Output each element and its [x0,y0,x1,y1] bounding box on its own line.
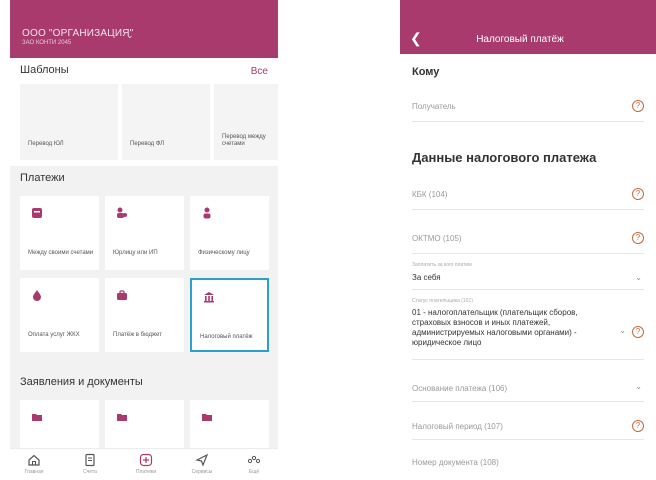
templates-all-link[interactable]: Все [251,66,268,77]
org-subtitle: ЗАО КОНТИ 2045 [22,40,72,46]
bank-icon [204,292,214,303]
chevron-down-icon[interactable]: ⌄ [126,30,134,41]
nav-payments[interactable]: Платежи [126,453,166,475]
drop-icon [33,290,41,301]
document-number-placeholder: Номер документа (108) [412,458,499,467]
help-icon[interactable]: ? [632,326,644,338]
template-label: Перевод ЮЛ [28,141,64,147]
chevron-down-icon: ⌄ [619,326,626,335]
tile-label: Юрлицу или ИП [113,250,158,256]
help-icon[interactable]: ? [632,420,644,432]
nav-label: Сервисы [191,469,213,475]
to-heading: Кому [412,66,440,78]
tax-data-heading: Данные налогового платежа [412,150,597,165]
form-header: ❮ Налоговый платёж [400,0,656,54]
payer-status-value: 01 - налогоплательщик (плательщик сборов… [412,308,578,347]
folder-icon [32,414,42,421]
tile-label: Физическому лицу [198,250,250,256]
document-tile[interactable] [105,400,184,448]
tile-label: Между своими счетами [28,250,94,256]
send-icon [195,453,209,467]
plus-icon [139,453,153,467]
nav-label: Счета [83,469,97,475]
document-tile[interactable] [20,400,99,448]
pay-for-label: Заплатить за кого платим [412,262,472,268]
tax-period-field[interactable]: Налоговый период (107) ? [412,410,644,440]
payment-tile-own-accounts[interactable]: Между своими счетами [20,196,99,270]
templates-title: Шаблоны [20,64,69,76]
nav-accounts[interactable]: Счета [70,453,110,475]
nav-more[interactable]: Ещё [234,453,274,475]
folder-icon [202,414,212,421]
tile-label: Налоговый платёж [200,334,253,340]
nav-home[interactable]: Главная [14,453,54,475]
nav-services[interactable]: Сервисы [182,453,222,475]
pay-for-select[interactable]: Заплатить за кого платим За себя ⌄ [412,260,644,290]
documents-title: Заявления и документы [20,376,143,388]
briefcase-icon [117,290,127,300]
payment-tile-budget[interactable]: Платёж в бюджет [105,278,184,352]
home-icon [28,454,40,466]
kbk-field[interactable]: КБК (104) ? [412,180,644,210]
document-icon [85,453,95,467]
more-icon [247,455,261,464]
basis-select[interactable]: Основание платежа (106) ⌄ [412,372,644,402]
payment-tile-legal-entity[interactable]: Юрлицу или ИП [105,196,184,270]
recipient-field[interactable]: Получатель ? [412,94,644,122]
help-icon[interactable]: ? [632,188,644,200]
card-icon [32,208,42,218]
chevron-down-icon: ⌄ [635,382,642,391]
document-number-field[interactable]: Номер документа (108) [412,448,644,478]
tax-period-placeholder: Налоговый период (107) [412,422,503,431]
nav-label: Ещё [248,469,260,475]
template-card[interactable]: Перевод между счетами [214,84,278,160]
payment-tile-tax[interactable]: Налоговый платёж [190,278,269,352]
template-card[interactable]: Перевод ЮЛ [20,84,118,160]
document-tile[interactable] [190,400,269,448]
org-header[interactable]: ООО "ОРГАНИЗАЦИЯ" ЗАО КОНТИ 2045 ⌄ [10,0,278,58]
tile-label: Платёж в бюджет [113,332,162,338]
chevron-down-icon: ⌄ [635,273,642,282]
basis-placeholder: Основание платежа (106) [412,384,508,393]
kbk-placeholder: КБК (104) [412,190,448,199]
nav-label: Платежи [135,469,157,475]
nav-label: Главная [24,469,44,475]
right-phone-screen: ❮ Налоговый платёж Кому Получатель ? Дан… [400,0,656,480]
oktmo-placeholder: ОКТМО (105) [412,234,462,243]
payments-title: Платежи [20,172,65,184]
payer-status-select[interactable]: Статус плательщика (101) 01 - налогоплат… [412,296,644,360]
people-icon [117,207,127,218]
org-name: ООО "ОРГАНИЗАЦИЯ" [22,28,134,39]
template-label: Перевод между счетами [222,134,266,147]
person-icon [203,207,211,219]
form-title: Налоговый платёж [476,34,564,45]
folder-icon [117,414,127,421]
payer-status-label: Статус плательщика (101) [412,298,473,304]
payment-tile-utilities[interactable]: Оплата услуг ЖКХ [20,278,99,352]
bottom-nav: Главная Счета Платежи Сервисы Ещё [10,448,278,480]
help-icon[interactable]: ? [632,100,644,112]
tile-label: Оплата услуг ЖКХ [28,332,80,338]
help-icon[interactable]: ? [632,232,644,244]
recipient-placeholder: Получатель [412,102,456,111]
left-phone-screen: ООО "ОРГАНИЗАЦИЯ" ЗАО КОНТИ 2045 ⌄ Шабло… [10,0,278,480]
template-label: Перевод ФЛ [130,141,165,147]
oktmo-field[interactable]: ОКТМО (105) ? [412,224,644,254]
pay-for-value: За себя [412,273,441,282]
template-card[interactable]: Перевод ФЛ [122,84,210,160]
payment-tile-individual[interactable]: Физическому лицу [190,196,269,270]
